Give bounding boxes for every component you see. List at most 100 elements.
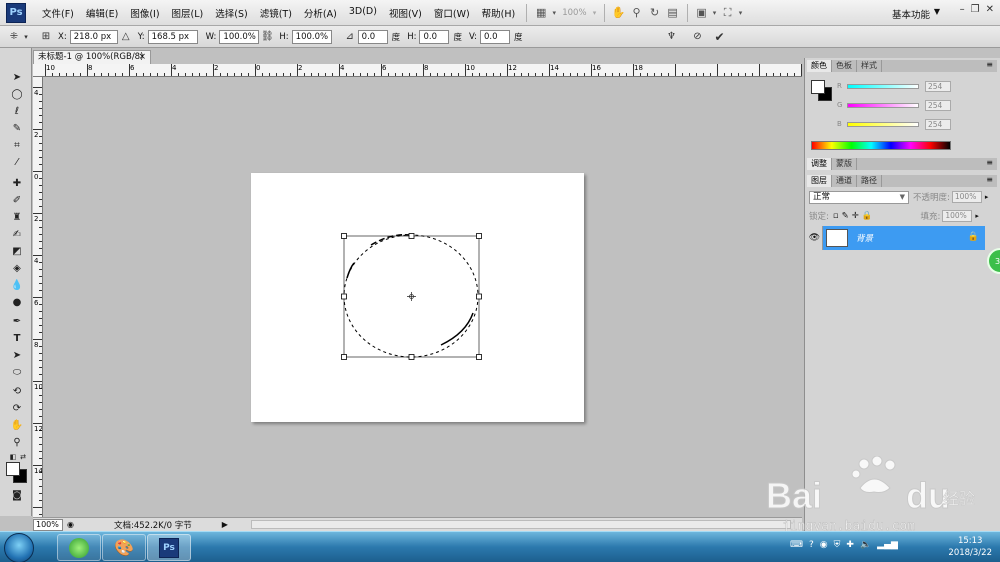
panel-menu-icon[interactable]: ≡ [986,60,993,69]
menu-3d[interactable]: 3D(D) [343,6,383,20]
signal-icon[interactable]: ▂▄▆ [877,540,898,550]
quick-select-icon[interactable]: ✎ [8,121,26,135]
color-spectrum[interactable] [811,141,951,150]
lock-all-icon[interactable]: 🔒 [862,211,873,221]
panel-menu-icon[interactable]: ≡ [986,175,993,184]
canvas-area[interactable] [44,78,802,517]
3d-rotate-icon[interactable]: ⟲ [8,384,26,398]
blue-value[interactable]: 254 [925,118,951,130]
chevron-down-icon[interactable]: ▾ [737,5,745,21]
restore-icon[interactable]: ❐ [971,4,980,15]
chevron-down-icon[interactable]: ▼ [934,7,940,16]
close-icon[interactable]: ✕ [986,4,994,15]
taskbar-paint-button[interactable]: 🎨 [102,534,146,561]
move-tool-icon[interactable]: ➤ [8,70,26,84]
transform-handle[interactable] [341,354,347,360]
red-value[interactable]: 254 [925,80,951,92]
menu-help[interactable]: 帮助(H) [476,6,522,20]
screen-mode-icon[interactable]: ⛶ [719,5,737,21]
angle-input[interactable]: 0.0 [357,29,388,44]
menu-file[interactable]: 文件(F) [36,6,80,20]
transform-handle[interactable] [408,354,415,360]
keyboard-icon[interactable]: ⌨ [790,540,803,550]
document-canvas[interactable] [251,173,584,422]
quick-mask-icon[interactable]: ◙ [8,488,26,502]
selection-transform[interactable] [251,173,584,422]
minimize-icon[interactable]: – [960,4,965,15]
close-icon[interactable]: × [138,51,146,64]
hand-icon[interactable]: ✋ [610,5,628,21]
chevron-right-icon[interactable]: ▸ [985,193,989,201]
eyedropper-icon[interactable]: ⁄ [8,155,26,169]
start-button[interactable] [4,533,34,562]
ruler-vertical[interactable]: 4 2 0 2 4 6 8 10 12 14 [33,77,43,517]
pen-icon[interactable]: ✒ [8,314,26,328]
transform-tool-icon[interactable]: ⁜ [6,29,22,45]
zoom-input[interactable]: 100% [33,518,63,531]
taskbar-browser-button[interactable] [57,534,101,561]
tab-color[interactable]: 颜色 [807,60,832,72]
arrange-icon[interactable]: ▣ [693,5,711,21]
path-select-icon[interactable]: ➤ [8,348,26,362]
panel-menu-icon[interactable]: ≡ [986,158,993,167]
lasso-icon[interactable]: ℓ [8,104,26,118]
width-input[interactable]: 100.0% [219,29,260,44]
history-brush-icon[interactable]: ✍ [8,227,26,241]
red-slider[interactable] [847,83,919,89]
chevron-down-icon[interactable]: ▾ [22,29,30,45]
menu-edit[interactable]: 编辑(E) [80,6,124,20]
transform-handle[interactable] [476,354,482,360]
eye-icon[interactable]: 👁 [807,226,823,250]
transform-handle[interactable] [341,293,347,300]
zoom-level[interactable]: 100% [558,8,590,18]
zoom-tool-icon[interactable]: ⚲ [8,435,26,449]
workspace-switcher[interactable]: 基本功能 [892,7,930,21]
commit-transform-icon[interactable]: ✔ [711,29,727,45]
system-clock[interactable]: 15:13 2018/3/22 [948,535,992,559]
ruler-horizontal[interactable]: 10 8 6 4 2 0 2 4 6 8 10 12 14 16 18 [33,64,802,77]
lock-transparent-icon[interactable]: ▫ [833,211,839,221]
grid-icon[interactable]: ▤ [664,5,682,21]
marquee-ellipse-icon[interactable]: ◯ [8,87,26,101]
horizontal-scrollbar[interactable] [251,520,791,529]
v-skew-input[interactable]: 0.0 [479,29,510,44]
hand-tool-icon[interactable]: ✋ [8,418,26,432]
eraser-icon[interactable]: ◩ [8,244,26,258]
chevron-down-icon[interactable]: ▾ [591,5,599,21]
bridge-icon[interactable]: ▦ [532,5,550,21]
transform-handle[interactable] [408,233,415,239]
y-input[interactable]: 168.5 px [147,29,198,44]
menu-window[interactable]: 窗口(W) [428,6,476,20]
blend-mode-select[interactable]: 正常 ▼ [809,190,909,204]
type-tool-icon[interactable]: T [8,331,26,345]
transform-handle[interactable] [341,233,347,239]
photoshop-logo[interactable]: Ps [6,2,26,23]
lock-position-icon[interactable]: ✛ [852,211,859,221]
cancel-transform-icon[interactable]: ⊘ [689,29,705,45]
menu-image[interactable]: 图像(I) [124,6,165,20]
healing-brush-icon[interactable]: ✚ [8,176,26,190]
tab-styles[interactable]: 样式 [857,60,882,72]
foreground-color-swatch[interactable] [811,80,825,94]
reference-point-icon[interactable]: ⊞ [38,29,54,45]
blur-icon[interactable]: 💧 [8,278,26,292]
x-input[interactable]: 218.0 px [69,29,118,44]
warp-icon[interactable]: ♆ [663,29,679,45]
menu-select[interactable]: 选择(S) [209,6,253,20]
chevron-right-icon[interactable]: ▸ [975,212,979,220]
status-menu-arrow[interactable]: ▶ [222,520,228,529]
opacity-input[interactable]: 100% [951,191,982,203]
tab-masks[interactable]: 蒙版 [832,158,857,170]
green-slider[interactable] [847,102,919,108]
3d-orbit-icon[interactable]: ⟳ [8,401,26,415]
taskbar-photoshop-button[interactable]: Ps [147,534,191,561]
tab-layers[interactable]: 图层 [807,175,832,187]
menu-filter[interactable]: 滤镜(T) [254,6,298,20]
tab-adjustments[interactable]: 调整 [807,158,832,170]
link-icon[interactable]: ⛓ [259,29,275,45]
shape-tool-icon[interactable]: ⬭ [8,365,26,379]
lock-image-icon[interactable]: ✎ [842,211,849,221]
chevron-down-icon[interactable]: ▾ [550,5,558,21]
fill-input[interactable]: 100% [942,210,973,222]
menu-analysis[interactable]: 分析(A) [298,6,343,20]
